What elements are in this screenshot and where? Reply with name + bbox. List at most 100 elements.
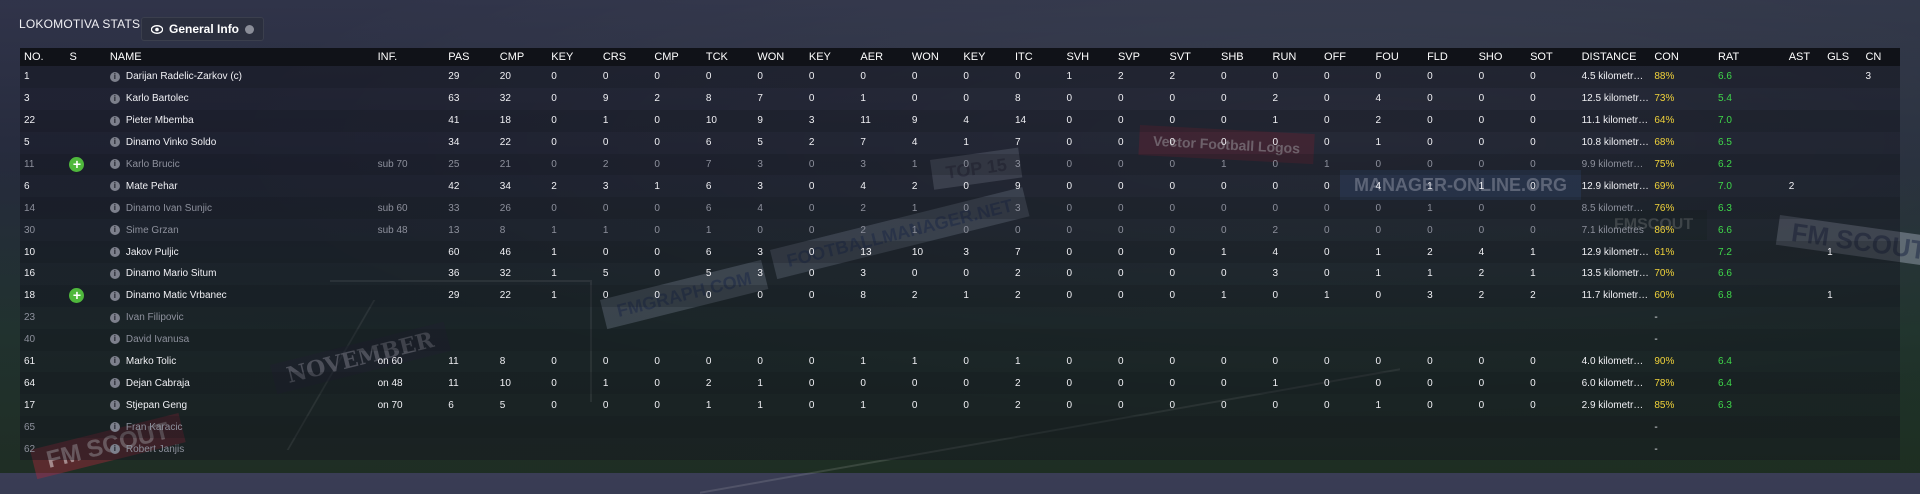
table-row[interactable]: 6 i Mate Pehar 42 34 2 3 1 6 3 0 4 2 0 9 0 0 0 0 0 0 4 1 1 0 12.9… [20, 175, 1900, 198]
player-name-cell[interactable]: i Dejan Cabraja [106, 372, 374, 394]
player-name-cell[interactable]: i Dinamo Matic Vrbanec [106, 285, 374, 307]
info-icon[interactable]: i [109, 203, 120, 214]
column-header[interactable]: KEY [805, 48, 857, 66]
player-name[interactable]: Robert Janjis [126, 444, 184, 455]
column-header[interactable]: TCK [702, 48, 754, 66]
player-name-cell[interactable]: i Marko Tolic [106, 351, 374, 373]
column-header[interactable]: SHB [1217, 48, 1269, 66]
table-row[interactable]: 14 i Dinamo Ivan Sunjic sub 60 33 26 0 0 0 6 4 0 2 1 0… [20, 197, 1900, 220]
info-icon[interactable]: i [109, 115, 120, 126]
column-header[interactable]: FOU [1372, 48, 1424, 66]
table-row[interactable]: 64 i Dejan Cabraja on 48 11 10 0 1 0 2 1 0 0 0 0 2 0 0 0 0 1… [20, 372, 1900, 395]
player-name[interactable]: Dinamo Vinko Soldo [126, 137, 216, 148]
player-name-cell[interactable]: i Karlo Brucic [106, 154, 374, 176]
column-header[interactable]: SOT [1526, 48, 1578, 66]
column-header[interactable]: RUN [1269, 48, 1321, 66]
player-name[interactable]: Fran Karacic [126, 422, 183, 433]
column-header[interactable]: AER [856, 48, 908, 66]
table-row[interactable]: 18 + i Dinamo Matic Vrbanec 29 22 1 0 0 0 0 0 8 2 1 2 0 0… [20, 284, 1900, 307]
player-name[interactable]: Stjepan Geng [126, 400, 187, 411]
info-icon[interactable]: i [109, 443, 120, 454]
info-icon[interactable]: i [109, 400, 120, 411]
player-name-cell[interactable]: i Sime Grzan [106, 219, 374, 241]
column-header[interactable]: CMP [650, 48, 702, 66]
info-icon[interactable]: i [109, 268, 120, 279]
player-name-cell[interactable]: i Dinamo Ivan Sunjic [106, 197, 374, 219]
table-row[interactable]: 3 i Karlo Bartolec 63 32 0 9 2 8 7 0 1 0 0 8 0 0 0 0 2 0 4 0 0 0… [20, 87, 1900, 110]
column-header[interactable]: NO. [20, 48, 65, 66]
column-header[interactable]: AST [1785, 48, 1823, 66]
player-name-cell[interactable]: i Dinamo Mario Situm [106, 263, 374, 285]
info-icon[interactable]: i [109, 378, 120, 389]
table-row[interactable]: 5 i Dinamo Vinko Soldo 34 22 0 0 0 6 5 2 7 4 1 7 0 0 0 0 0 0… [20, 131, 1900, 154]
table-row[interactable]: 1 i Darijan Radelic-Zarkov (c) 29 20 0 0 0 0 0 0 0 0… [20, 66, 1900, 88]
column-header[interactable]: ITC [1011, 48, 1063, 66]
table-row[interactable]: 22 i Pieter Mbemba 41 18 0 1 0 10 9 3 11 9 4 14 0 0 0 0 1 0 2… [20, 109, 1900, 132]
column-header[interactable]: NAME [106, 48, 374, 66]
player-name[interactable]: Karlo Bartolec [126, 93, 189, 104]
column-header[interactable]: FLD [1423, 48, 1475, 66]
info-icon[interactable]: i [109, 137, 120, 148]
player-name[interactable]: Karlo Brucic [126, 159, 180, 170]
player-name-cell[interactable]: i Dinamo Vinko Soldo [106, 132, 374, 154]
table-row[interactable]: 30 i Sime Grzan sub 48 13 8 1 1 0 1 0 0 2 1 0 0 0 0 0 0 2 0 0 0… [20, 219, 1900, 242]
player-name-cell[interactable]: i Karlo Bartolec [106, 88, 374, 110]
info-icon[interactable]: i [109, 71, 120, 82]
column-header[interactable]: S [65, 48, 105, 66]
column-header[interactable]: DISTANCE [1578, 48, 1651, 66]
player-name[interactable]: Dejan Cabraja [126, 378, 190, 389]
player-name[interactable]: Jakov Puljic [126, 247, 179, 258]
player-name-cell[interactable]: i Robert Janjis [106, 438, 374, 460]
table-row[interactable]: 23 i Ivan Filipovic - [20, 306, 1900, 329]
player-name-cell[interactable]: i Stjepan Geng [106, 394, 374, 416]
info-icon[interactable]: i [109, 334, 120, 345]
table-row[interactable]: 11 + i Karlo Brucic sub 70 25 21 0 2 0 7 3 0 3 1 0 3 0 0 0 1… [20, 153, 1900, 176]
column-header[interactable]: RAT [1714, 48, 1785, 66]
column-header[interactable]: KEY [959, 48, 1011, 66]
info-icon[interactable]: i [109, 246, 120, 257]
info-icon[interactable]: i [109, 181, 120, 192]
info-icon[interactable]: i [109, 93, 120, 104]
info-icon[interactable]: i [109, 225, 120, 236]
column-header[interactable]: SVH [1062, 48, 1114, 66]
player-name-cell[interactable]: i Ivan Filipovic [106, 307, 374, 329]
table-row[interactable]: 62 i Robert Janjis - [20, 438, 1900, 461]
player-name-cell[interactable]: i Fran Karacic [106, 416, 374, 438]
tab-general-info[interactable]: General Info [141, 17, 265, 41]
table-row[interactable]: 40 i David Ivanusa - [20, 328, 1900, 351]
tab-options-icon[interactable] [245, 24, 255, 34]
player-name[interactable]: Dinamo Mario Situm [126, 268, 217, 279]
column-header[interactable]: SVT [1165, 48, 1217, 66]
column-header[interactable]: CMP [496, 48, 548, 66]
column-header[interactable]: SVP [1114, 48, 1166, 66]
player-name[interactable]: Pieter Mbemba [126, 115, 194, 126]
table-row[interactable]: 65 i Fran Karacic - [20, 416, 1900, 439]
player-name-cell[interactable]: i Mate Pehar [106, 175, 374, 197]
table-row[interactable]: 10 i Jakov Puljic 60 46 1 0 0 6 3 0 13 10 3 7 0 0 0 1 4 0 1 2 4… [20, 241, 1900, 264]
column-header[interactable]: CON [1650, 48, 1714, 66]
info-icon[interactable]: i [109, 422, 120, 433]
player-name[interactable]: Darijan Radelic-Zarkov (c) [126, 71, 242, 82]
player-name-cell[interactable]: i Darijan Radelic-Zarkov (c) [106, 66, 374, 88]
column-header[interactable]: WON [908, 48, 960, 66]
column-header[interactable]: WON [753, 48, 805, 66]
info-icon[interactable]: i [109, 312, 120, 323]
player-name-cell[interactable]: i Jakov Puljic [106, 241, 374, 263]
column-header[interactable]: INF. [374, 48, 445, 66]
table-row[interactable]: 17 i Stjepan Geng on 70 6 5 0 0 0 1 1 0 1 0 0 2 0 0 0 0 0 0 1 0… [20, 394, 1900, 417]
info-icon[interactable]: i [109, 159, 120, 170]
player-name[interactable]: Ivan Filipovic [126, 312, 184, 323]
player-name[interactable]: Marko Tolic [126, 356, 176, 367]
player-name[interactable]: David Ivanusa [126, 334, 189, 345]
column-header[interactable]: SHO [1475, 48, 1527, 66]
column-header[interactable]: CN [1861, 48, 1900, 66]
column-header[interactable]: CRS [599, 48, 651, 66]
info-icon[interactable]: i [109, 356, 120, 367]
info-icon[interactable]: i [109, 290, 120, 301]
player-name[interactable]: Mate Pehar [126, 181, 178, 192]
column-header[interactable]: KEY [547, 48, 599, 66]
column-header[interactable]: PAS [444, 48, 496, 66]
column-header[interactable]: OFF [1320, 48, 1372, 66]
table-row[interactable]: 61 i Marko Tolic on 60 11 8 0 0 0 0 0 0 1 1 0 1 0 0 0 0 0 0 0 0… [20, 350, 1900, 373]
player-name-cell[interactable]: i David Ivanusa [106, 329, 374, 351]
